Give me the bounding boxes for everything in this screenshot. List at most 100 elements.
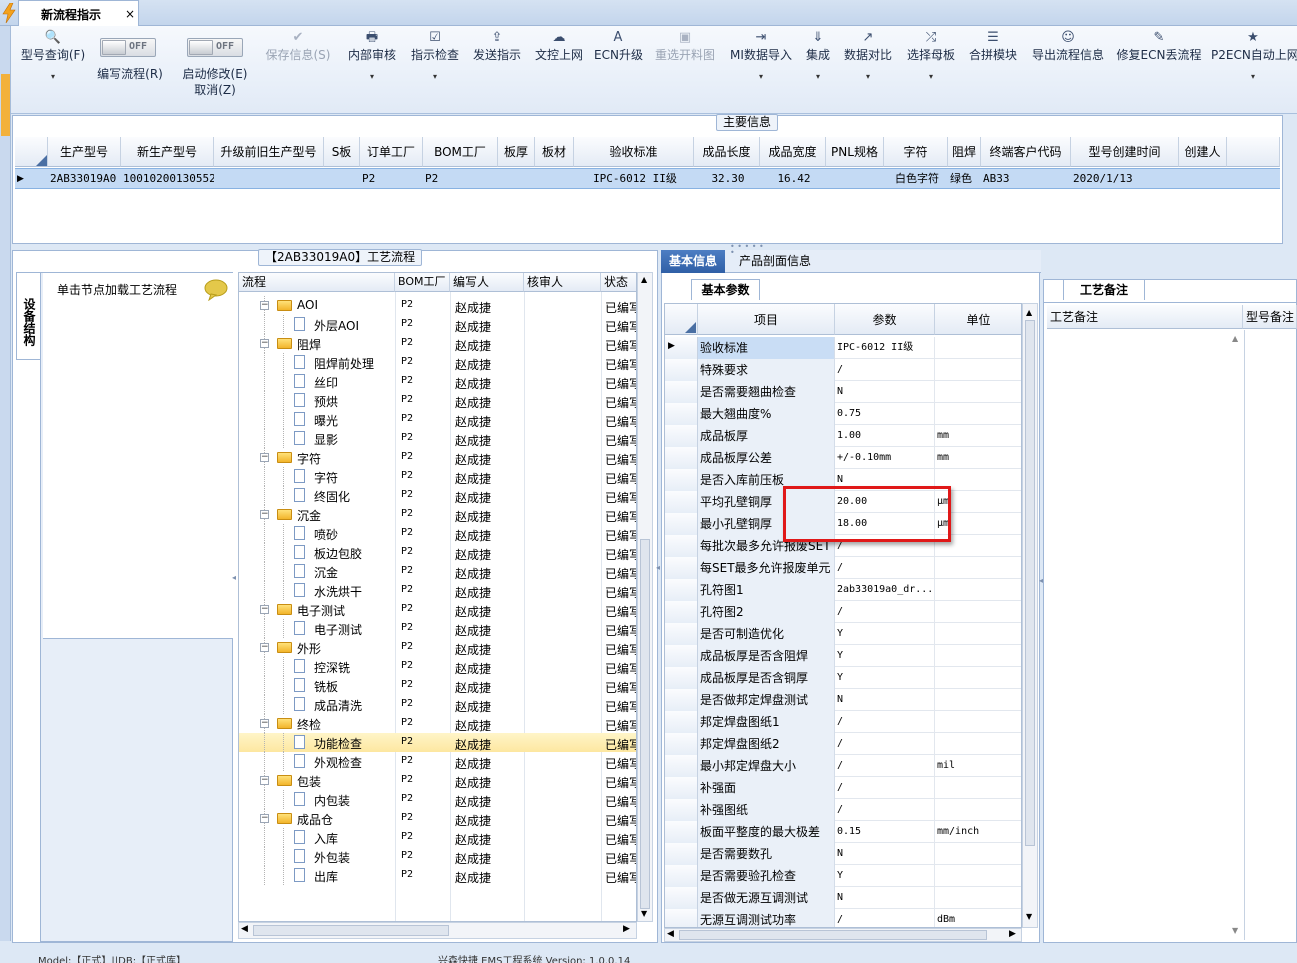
row-selector[interactable] bbox=[665, 425, 698, 447]
param-row[interactable]: 特殊要求 / bbox=[665, 359, 1021, 381]
row-selector[interactable] bbox=[665, 887, 698, 909]
param-row[interactable]: 是否需要翘曲检查 N bbox=[665, 381, 1021, 403]
tree-row[interactable]: 内包装 P2 赵成捷 已编写 bbox=[239, 790, 636, 809]
tree-row[interactable]: 水洗烘干 P2 赵成捷 已编写 bbox=[239, 581, 636, 600]
col-header[interactable]: 型号创建时间 bbox=[1071, 137, 1179, 167]
select-motherboard-button[interactable]: ⤮ 选择母板 ▾ bbox=[904, 30, 958, 110]
tree-row[interactable]: 预烘 P2 赵成捷 已编写 bbox=[239, 391, 636, 410]
col-header[interactable]: 型号备注 bbox=[1243, 305, 1297, 329]
param-value[interactable]: N bbox=[835, 843, 935, 865]
scroll-down-icon[interactable]: ▼ bbox=[641, 909, 647, 918]
tree-row[interactable]: 铣板 P2 赵成捷 已编写 bbox=[239, 676, 636, 695]
cell-creator[interactable] bbox=[1179, 169, 1227, 189]
tree-row[interactable]: − AOI P2 赵成捷 已编写 bbox=[239, 296, 636, 315]
param-value[interactable]: +/-0.10mm bbox=[835, 447, 935, 469]
param-row[interactable]: 成品板厚公差 +/-0.10mm mm bbox=[665, 447, 1021, 469]
param-row[interactable]: 是否做邦定焊盘测试 N bbox=[665, 689, 1021, 711]
param-row[interactable]: 无源互调测试功率 / dBm bbox=[665, 909, 1021, 927]
tree-row[interactable]: 喷砂 P2 赵成捷 已编写 bbox=[239, 524, 636, 543]
row-selector[interactable] bbox=[665, 667, 698, 689]
tree-row[interactable]: − 包装 P2 赵成捷 已编写 bbox=[239, 771, 636, 790]
col-header[interactable]: 板材 bbox=[535, 137, 574, 167]
row-selector[interactable] bbox=[665, 447, 698, 469]
tree-row[interactable]: 沉金 P2 赵成捷 已编写 bbox=[239, 562, 636, 581]
collapse-icon[interactable]: − bbox=[260, 301, 269, 310]
row-selector[interactable] bbox=[665, 535, 698, 557]
tree-row[interactable]: 外观检查 P2 赵成捷 已编写 bbox=[239, 752, 636, 771]
merge-module-button[interactable]: ☰ 合拼模块 bbox=[966, 30, 1020, 110]
param-row[interactable]: 是否做无源互调测试 N bbox=[665, 887, 1021, 909]
param-row[interactable]: 最小邦定焊盘大小 / mil bbox=[665, 755, 1021, 777]
tree-hscroll-thumb[interactable] bbox=[253, 925, 449, 936]
row-selector[interactable] bbox=[665, 909, 698, 927]
tree-row[interactable]: − 成品仓 P2 赵成捷 已编写 bbox=[239, 809, 636, 828]
tree-row[interactable]: − 电子测试 P2 赵成捷 已编写 bbox=[239, 600, 636, 619]
tree-row[interactable]: 终固化 P2 赵成捷 已编写 bbox=[239, 486, 636, 505]
col-header[interactable]: 工艺备注 bbox=[1047, 305, 1243, 329]
side-tab-equipment[interactable]: 设备结构 bbox=[16, 272, 40, 360]
tree-row[interactable]: 入库 P2 赵成捷 已编写 bbox=[239, 828, 636, 847]
scroll-right-icon[interactable]: ▶ bbox=[1009, 929, 1016, 939]
param-value[interactable]: 1.00 bbox=[835, 425, 935, 447]
row-selector[interactable] bbox=[665, 469, 698, 491]
tab-process-notes[interactable]: 工艺备注 bbox=[1063, 279, 1145, 300]
cell-new-model[interactable]: 10010200130552 bbox=[121, 169, 214, 189]
param-row[interactable]: 是否需要数孔 N bbox=[665, 843, 1021, 865]
scroll-down-icon[interactable]: ▼ bbox=[1026, 912, 1032, 921]
collapse-icon[interactable]: − bbox=[260, 719, 269, 728]
col-header[interactable]: 阻焊 bbox=[948, 137, 981, 167]
cell-width[interactable]: 16.42 bbox=[760, 169, 826, 189]
param-value[interactable]: / bbox=[835, 601, 935, 623]
collapse-icon[interactable]: − bbox=[260, 776, 269, 785]
cell-pnl[interactable] bbox=[826, 169, 884, 189]
tree-row[interactable]: 出库 P2 赵成捷 已编写 bbox=[239, 866, 636, 885]
collapse-icon[interactable]: − bbox=[260, 605, 269, 614]
col-header[interactable]: 项目 bbox=[698, 304, 835, 335]
col-header[interactable]: 验收标准 bbox=[574, 137, 694, 167]
row-selector[interactable]: ▶ bbox=[665, 337, 698, 359]
cell-standard[interactable]: IPC-6012 II级 bbox=[574, 169, 694, 189]
tree-horizontal-scrollbar[interactable]: ◀ ▶ bbox=[238, 922, 637, 939]
col-header[interactable]: BOM工厂 bbox=[423, 137, 498, 167]
col-header[interactable]: 核审人 bbox=[524, 273, 601, 292]
row-selector[interactable] bbox=[665, 491, 698, 513]
param-value[interactable]: 0.75 bbox=[835, 403, 935, 425]
cell-s-board[interactable] bbox=[324, 169, 360, 189]
integrate-button[interactable]: ⇓ 集成 ▾ bbox=[800, 30, 836, 110]
splitter-grip-icon[interactable]: ◂ bbox=[232, 574, 238, 582]
col-header[interactable]: 字符 bbox=[884, 137, 948, 167]
row-selector[interactable] bbox=[665, 777, 698, 799]
param-vscroll-thumb[interactable] bbox=[1025, 320, 1035, 846]
tab-product-profile[interactable]: 产品剖面信息 bbox=[731, 250, 819, 273]
chevron-down-icon[interactable]: ▾ bbox=[19, 72, 87, 81]
param-value[interactable]: Y bbox=[835, 865, 935, 887]
tree-row[interactable]: − 阻焊 P2 赵成捷 已编写 bbox=[239, 334, 636, 353]
col-header[interactable]: 成品长度 bbox=[694, 137, 760, 167]
param-row[interactable]: 成品板厚是否含阻焊 Y bbox=[665, 645, 1021, 667]
col-header[interactable]: 状态 bbox=[601, 273, 636, 292]
tree-vscroll-thumb[interactable] bbox=[640, 539, 650, 909]
tree-row[interactable]: 外层AOI P2 赵成捷 已编写 bbox=[239, 315, 636, 334]
param-horizontal-scrollbar[interactable]: ◀ ▶ bbox=[664, 928, 1022, 942]
param-value[interactable]: N bbox=[835, 689, 935, 711]
scroll-up-icon[interactable]: ▲ bbox=[1026, 308, 1032, 317]
param-value[interactable]: / bbox=[835, 557, 935, 579]
scroll-up-icon[interactable]: ▲ bbox=[641, 275, 647, 284]
col-header[interactable]: 参数 bbox=[835, 304, 935, 335]
tree-row[interactable]: 字符 P2 赵成捷 已编写 bbox=[239, 467, 636, 486]
p2ecn-auto-online-button[interactable]: ★ P2ECN自动上网 ▾ bbox=[1211, 30, 1297, 110]
row-selector[interactable] bbox=[665, 623, 698, 645]
param-value[interactable]: Y bbox=[835, 667, 935, 689]
param-hscroll-thumb[interactable] bbox=[679, 930, 987, 940]
tab-basic-params[interactable]: 基本参数 bbox=[691, 279, 760, 300]
param-value[interactable]: IPC-6012 II级 bbox=[835, 337, 935, 359]
cell-char[interactable]: 白色字符 bbox=[884, 169, 948, 189]
row-selector[interactable] bbox=[665, 645, 698, 667]
tree-row[interactable]: 外包装 P2 赵成捷 已编写 bbox=[239, 847, 636, 866]
tab-basic-info[interactable]: 基本信息 bbox=[661, 250, 726, 273]
chevron-down-icon[interactable]: ▾ bbox=[1211, 72, 1295, 81]
ecn-upgrade-button[interactable]: A ECN升级 bbox=[594, 30, 643, 110]
tree-row[interactable]: − 终检 P2 赵成捷 已编写 bbox=[239, 714, 636, 733]
tree-row[interactable]: − 沉金 P2 赵成捷 已编写 bbox=[239, 505, 636, 524]
scroll-left-icon[interactable]: ◀ bbox=[241, 924, 248, 934]
